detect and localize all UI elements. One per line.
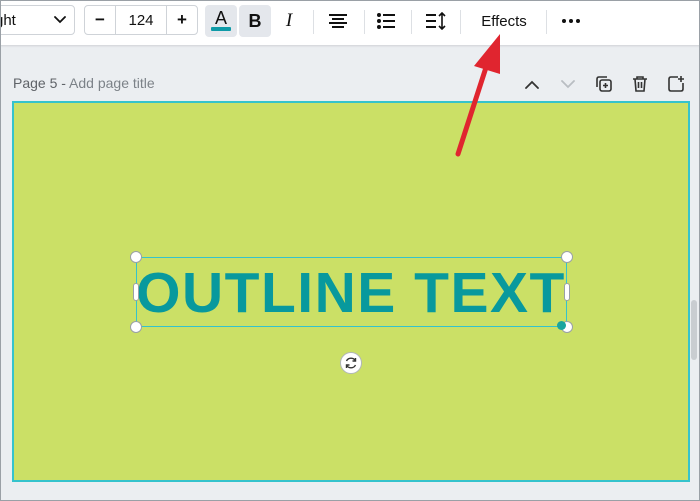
chevron-down-icon	[561, 79, 575, 88]
toolbar-divider	[364, 10, 365, 34]
font-size-stepper[interactable]: − 124 +	[84, 5, 198, 35]
toolbar-divider	[546, 10, 547, 34]
text-color-swatch	[211, 27, 231, 31]
toolbar-divider	[460, 10, 461, 34]
resize-handle-left[interactable]	[133, 283, 139, 301]
font-size-input[interactable]: 124	[115, 6, 167, 34]
page-title-input[interactable]: Add page title	[69, 75, 155, 91]
text-color-button[interactable]: A	[205, 5, 237, 37]
increase-font-size-button[interactable]: +	[167, 6, 197, 34]
bold-label: B	[248, 10, 262, 31]
page-header: Page 5 - Add page title	[13, 75, 155, 91]
duplicate-icon	[596, 76, 612, 92]
line-spacing-icon	[426, 12, 446, 30]
rotate-button[interactable]	[340, 352, 362, 374]
scrollbar[interactable]	[691, 300, 697, 360]
resize-handle-top-left[interactable]	[130, 251, 142, 263]
add-page-button[interactable]	[664, 72, 688, 96]
resize-handle-bottom-left[interactable]	[130, 321, 142, 333]
spacing-button[interactable]	[420, 5, 452, 37]
bullet-list-icon	[377, 13, 395, 29]
more-dots-icon	[562, 19, 580, 23]
move-page-down-button[interactable]	[556, 72, 580, 96]
align-center-icon	[329, 14, 347, 28]
align-center-button[interactable]	[322, 5, 354, 37]
toolbar-divider	[411, 10, 412, 34]
font-family-value: ght	[0, 11, 16, 29]
anchor-dot	[557, 321, 566, 330]
bold-button[interactable]: B	[239, 5, 271, 37]
text-color-glyph: A	[214, 8, 227, 28]
more-options-button[interactable]	[555, 5, 587, 37]
decrease-font-size-button[interactable]: −	[85, 6, 115, 34]
duplicate-page-button[interactable]	[592, 72, 616, 96]
font-family-select[interactable]: ght	[0, 5, 75, 35]
resize-handle-top-right[interactable]	[561, 251, 573, 263]
chevron-down-icon	[54, 16, 66, 24]
bullet-list-button[interactable]	[370, 5, 402, 37]
trash-icon	[633, 76, 647, 92]
chevron-up-icon	[525, 80, 539, 89]
add-page-icon	[668, 76, 684, 92]
toolbar-divider	[313, 10, 314, 34]
selection-box	[136, 257, 567, 327]
move-page-up-button[interactable]	[520, 72, 544, 96]
italic-label: I	[285, 10, 293, 31]
effects-label: Effects	[481, 12, 527, 30]
editor-toolbar: ght − 124 + A B I	[0, 0, 700, 45]
effects-button[interactable]: Effects	[470, 5, 538, 37]
rotate-icon	[345, 357, 357, 369]
italic-button[interactable]: I	[273, 5, 305, 37]
resize-handle-right[interactable]	[564, 283, 570, 301]
delete-page-button[interactable]	[628, 72, 652, 96]
page-number-label: Page 5 -	[13, 75, 70, 91]
